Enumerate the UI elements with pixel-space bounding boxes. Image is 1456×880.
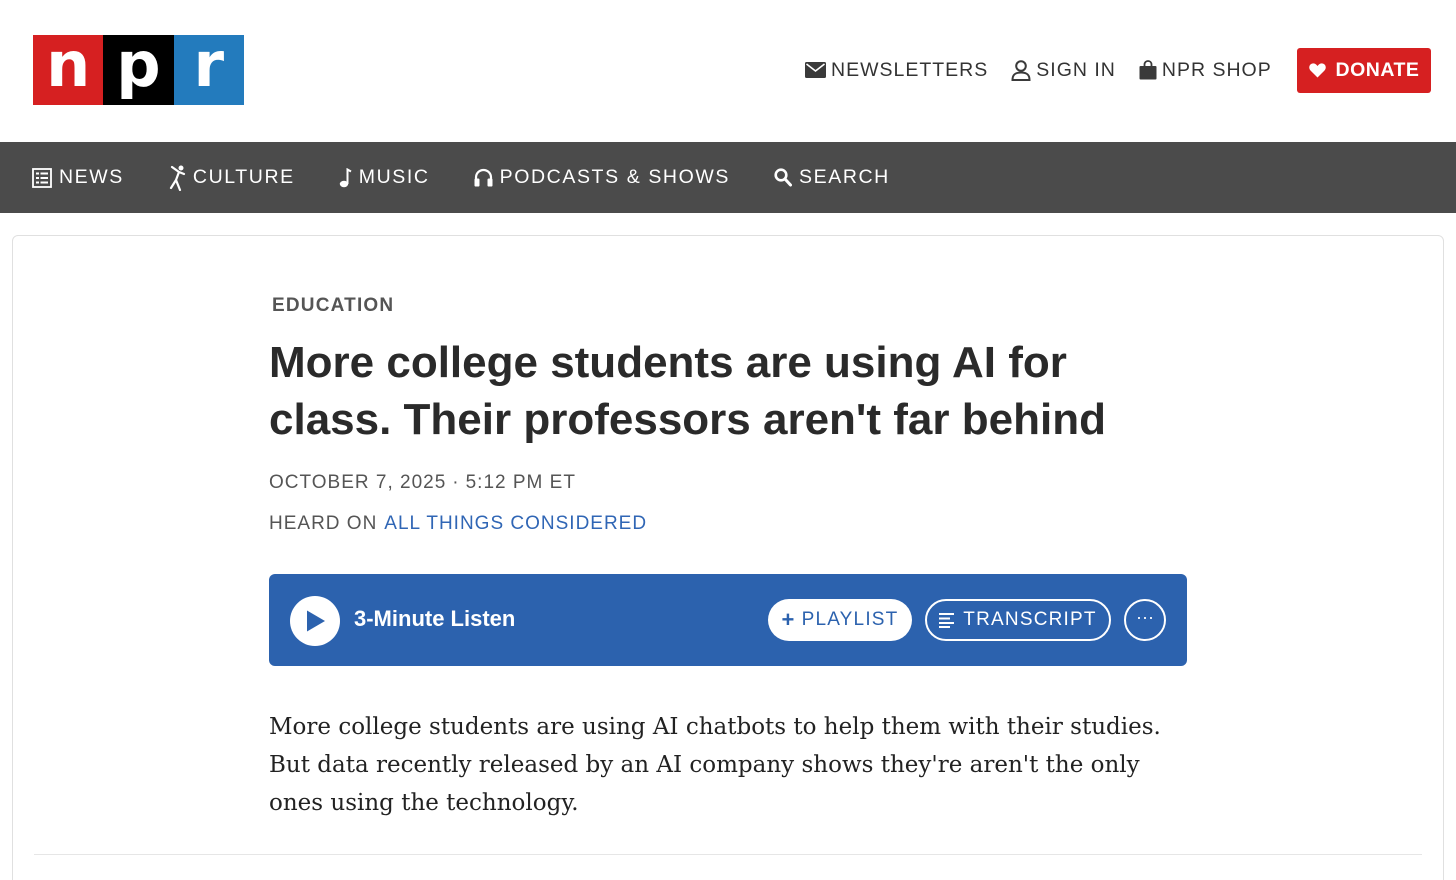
newsletters-link[interactable]: NEWSLETTERS	[805, 59, 988, 82]
transcript-button[interactable]: TRANSCRIPT	[925, 599, 1111, 641]
article-teaser: More college students are using AI chatb…	[269, 714, 1161, 816]
search-icon	[774, 168, 792, 187]
add-to-playlist-button[interactable]: + PLAYLIST	[768, 599, 912, 641]
play-button[interactable]	[290, 596, 340, 646]
nav-label-culture: CULTURE	[192, 166, 295, 188]
article-dateline: OCTOBER 7, 2025 · 5:12 PM ET	[269, 472, 576, 494]
top-header: n p r NEWSLETTERS SIGN IN NPR SHOP DONAT…	[0, 0, 1456, 142]
nav-item-culture[interactable]: CULTURE	[168, 165, 295, 191]
shopping-bag-icon	[1139, 60, 1157, 80]
logo-letter-r: r	[173, 34, 244, 105]
envelope-icon	[805, 62, 826, 78]
more-options-button[interactable]: ···	[1124, 599, 1166, 641]
playlist-label: PLAYLIST	[801, 609, 899, 630]
heart-icon	[1308, 63, 1326, 78]
newsletters-label: NEWSLETTERS	[831, 58, 989, 81]
sign-in-label: SIGN IN	[1036, 58, 1116, 81]
utility-nav: NEWSLETTERS SIGN IN NPR SHOP	[805, 54, 1295, 86]
logo-letter-p: p	[103, 34, 174, 105]
nav-item-podcasts-shows[interactable]: PODCASTS & SHOWS	[474, 166, 730, 189]
transcript-label: TRANSCRIPT	[963, 609, 1097, 630]
logo-letter-n: n	[33, 34, 104, 105]
nav-label-podcasts-shows: PODCASTS & SHOWS	[499, 166, 730, 188]
npr-shop-link[interactable]: NPR SHOP	[1139, 59, 1272, 82]
music-note-icon	[339, 167, 352, 187]
main-nav: NEWS CULTURE MUSIC PODCASTS & SHOWS SEAR…	[0, 142, 1456, 213]
article-time: 5:12 PM ET	[465, 472, 576, 493]
nav-item-music[interactable]: MUSIC	[339, 166, 430, 189]
dancer-icon	[169, 165, 186, 191]
play-icon	[307, 610, 325, 632]
nav-item-search[interactable]: SEARCH	[774, 166, 890, 189]
transcript-lines-icon	[939, 613, 955, 628]
heard-on-prefix: HEARD ON	[269, 513, 378, 534]
card-divider	[34, 854, 1422, 855]
donate-button[interactable]: DONATE	[1297, 48, 1431, 93]
article-headline: More college students are using AI for c…	[269, 338, 1106, 444]
newspaper-icon	[32, 167, 52, 188]
plus-icon: +	[781, 607, 796, 632]
nav-item-news[interactable]: NEWS	[32, 166, 124, 189]
user-icon	[1011, 59, 1031, 81]
donate-label: DONATE	[1335, 59, 1420, 81]
heard-on: HEARD ON ALL THINGS CONSIDERED	[269, 513, 647, 535]
article-slug[interactable]: EDUCATION	[272, 295, 394, 317]
nav-label-music: MUSIC	[358, 166, 430, 188]
heard-on-show-link[interactable]: ALL THINGS CONSIDERED	[384, 513, 647, 535]
npr-logo[interactable]: n p r	[33, 34, 244, 105]
listen-duration-label: 3-Minute Listen	[354, 606, 516, 631]
nav-label-search: SEARCH	[799, 166, 890, 188]
dateline-separator: ·	[452, 472, 460, 493]
npr-shop-label: NPR SHOP	[1161, 58, 1272, 81]
sign-in-link[interactable]: SIGN IN	[1011, 59, 1116, 82]
nav-label-news: NEWS	[59, 166, 124, 188]
headphones-icon	[474, 168, 493, 187]
article-date: OCTOBER 7, 2025	[269, 472, 447, 493]
audio-player: 3-Minute Listen + PLAYLIST TRANSCRIPT ··…	[269, 574, 1187, 666]
